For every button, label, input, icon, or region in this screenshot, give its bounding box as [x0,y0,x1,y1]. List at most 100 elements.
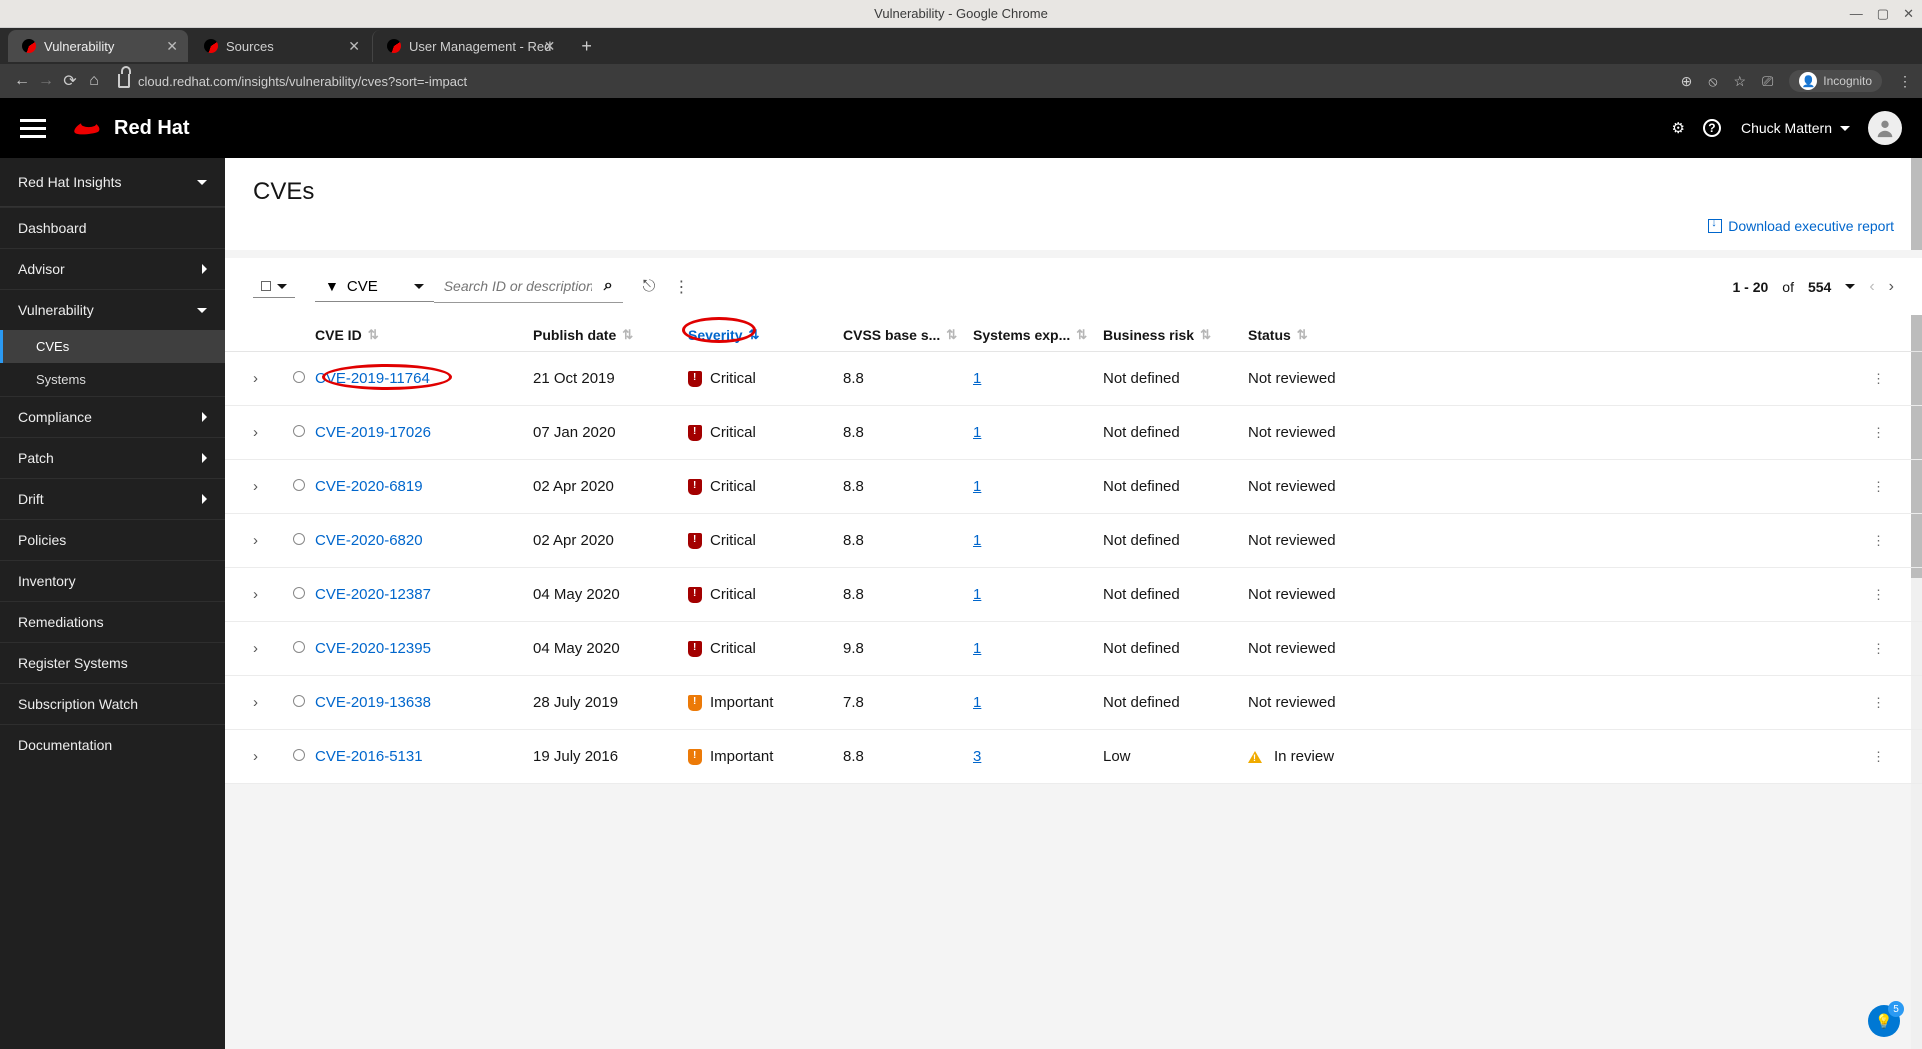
window-maximize-icon[interactable]: ▢ [1877,6,1889,22]
kebab-menu-icon[interactable]: ⋮ [673,277,689,297]
sidebar-item-patch[interactable]: Patch [0,437,225,478]
row-kebab-menu[interactable]: ⋮ [1872,695,1886,710]
cve-link[interactable]: CVE-2020-12387 [315,586,431,603]
systems-link[interactable]: 1 [973,478,981,495]
sidebar-item-remediations[interactable]: Remediations [0,601,225,642]
row-checkbox[interactable] [293,641,305,653]
search-icon[interactable]: ⌕ [598,277,619,295]
window-close-icon[interactable]: ✕ [1903,6,1914,22]
expand-row-icon[interactable]: › [253,694,258,711]
cve-link[interactable]: CVE-2020-6820 [315,532,423,549]
systems-link[interactable]: 1 [973,424,981,441]
help-fab[interactable]: 💡 5 [1868,1005,1900,1037]
column-header-severity[interactable]: Severity ⇅ [688,327,843,343]
row-checkbox[interactable] [293,533,305,545]
expand-row-icon[interactable]: › [253,478,258,495]
export-icon[interactable]: ⎋ [643,278,656,296]
systems-link[interactable]: 3 [973,748,981,765]
redhat-logo[interactable]: Red Hat [70,116,190,140]
browser-tab-active[interactable]: Vulnerability ✕ [8,30,188,62]
window-minimize-icon[interactable]: — [1850,6,1863,22]
reload-button[interactable]: ⟳ [58,71,82,91]
bulk-select-dropdown[interactable] [253,275,295,298]
row-kebab-menu[interactable]: ⋮ [1872,371,1886,386]
column-header-date[interactable]: Publish date⇅ [533,327,688,343]
cast-icon[interactable]: ⎚ [1762,73,1773,90]
sidebar-item-cves[interactable]: CVEs [0,330,225,363]
systems-link[interactable]: 1 [973,586,981,603]
back-button[interactable]: ← [10,72,34,90]
row-kebab-menu[interactable]: ⋮ [1872,641,1886,656]
user-menu[interactable]: Chuck Mattern [1741,120,1850,136]
row-kebab-menu[interactable]: ⋮ [1872,479,1886,494]
cve-link[interactable]: CVE-2019-11764 [315,370,430,387]
new-tab-button[interactable]: + [567,36,606,57]
bookmark-star-icon[interactable]: ☆ [1734,73,1747,90]
settings-gear-icon[interactable]: ⚙ [1672,119,1685,137]
chrome-menu-icon[interactable]: ⋮ [1898,73,1912,90]
row-kebab-menu[interactable]: ⋮ [1872,425,1886,440]
column-header-risk[interactable]: Business risk⇅ [1103,327,1248,343]
systems-link[interactable]: 1 [973,532,981,549]
hamburger-menu-icon[interactable] [20,119,46,138]
address-bar[interactable]: cloud.redhat.com/insights/vulnerability/… [118,74,1669,89]
browser-tab[interactable]: User Management - Red ✕ [372,30,565,62]
column-header-cve[interactable]: CVE ID⇅ [315,327,533,343]
forward-button[interactable]: → [34,72,58,90]
sidebar-item-compliance[interactable]: Compliance [0,396,225,437]
sidebar-item-register-systems[interactable]: Register Systems [0,642,225,683]
page-prev-button[interactable]: ‹ [1869,278,1874,296]
search-box[interactable]: ⌕ [434,270,623,303]
search-input[interactable] [438,276,598,296]
zoom-icon[interactable]: ⊕ [1681,73,1693,90]
systems-link[interactable]: 1 [973,370,981,387]
cve-link[interactable]: CVE-2020-12395 [315,640,431,657]
column-header-status[interactable]: Status⇅ [1248,327,1864,343]
row-checkbox[interactable] [293,587,305,599]
row-checkbox[interactable] [293,749,305,761]
sidebar-item-vulnerability[interactable]: Vulnerability [0,289,225,330]
column-header-systems[interactable]: Systems exp...⇅ [973,327,1103,343]
help-icon[interactable]: ? [1703,119,1721,137]
expand-row-icon[interactable]: › [253,586,258,603]
row-checkbox[interactable] [293,479,305,491]
sidebar-item-drift[interactable]: Drift [0,478,225,519]
expand-row-icon[interactable]: › [253,424,258,441]
sidebar-item-advisor[interactable]: Advisor [0,248,225,289]
download-executive-report-link[interactable]: Download executive report [1708,218,1894,234]
row-checkbox[interactable] [293,695,305,707]
expand-row-icon[interactable]: › [253,370,258,387]
avatar[interactable] [1868,111,1902,145]
systems-link[interactable]: 1 [973,694,981,711]
sidebar-item-documentation[interactable]: Documentation [0,724,225,765]
row-kebab-menu[interactable]: ⋮ [1872,749,1886,764]
systems-link[interactable]: 1 [973,640,981,657]
expand-row-icon[interactable]: › [253,640,258,657]
expand-row-icon[interactable]: › [253,532,258,549]
sidebar-item-dashboard[interactable]: Dashboard [0,207,225,248]
row-checkbox[interactable] [293,371,305,383]
sidebar-item-systems[interactable]: Systems [0,363,225,396]
eye-off-icon[interactable]: ⦸ [1708,73,1717,90]
page-next-button[interactable]: › [1889,278,1894,296]
cve-link[interactable]: CVE-2020-6819 [315,478,423,495]
sidebar-title[interactable]: Red Hat Insights [0,158,225,207]
chevron-down-icon[interactable] [1845,284,1855,289]
sidebar-item-subscription-watch[interactable]: Subscription Watch [0,683,225,724]
home-button[interactable]: ⌂ [82,72,106,90]
tab-close-icon[interactable]: ✕ [348,38,360,55]
filter-type-select[interactable]: ▼ CVE [315,272,434,302]
row-kebab-menu[interactable]: ⋮ [1872,587,1886,602]
expand-row-icon[interactable]: › [253,748,258,765]
cve-link[interactable]: CVE-2019-13638 [315,694,431,711]
tab-close-icon[interactable]: ✕ [166,38,178,55]
sidebar-item-policies[interactable]: Policies [0,519,225,560]
column-header-cvss[interactable]: CVSS base s...⇅ [843,327,973,343]
tab-close-icon[interactable]: ✕ [544,38,556,55]
sidebar-item-inventory[interactable]: Inventory [0,560,225,601]
cve-link[interactable]: CVE-2019-17026 [315,424,431,441]
cve-link[interactable]: CVE-2016-5131 [315,748,423,765]
row-kebab-menu[interactable]: ⋮ [1872,533,1886,548]
browser-tab[interactable]: Sources ✕ [190,30,370,62]
row-checkbox[interactable] [293,425,305,437]
